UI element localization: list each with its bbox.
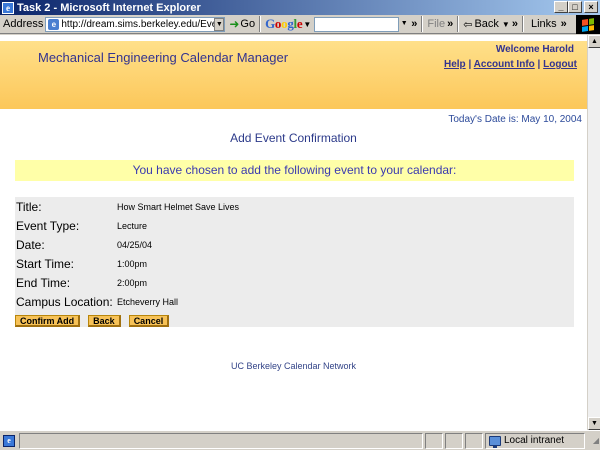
action-buttons: Confirm Add Back Cancel [15, 315, 170, 327]
nav-overflow-icon[interactable]: » [512, 18, 518, 30]
windows-logo-icon [576, 15, 600, 34]
go-label: Go [240, 18, 256, 30]
google-search-input[interactable] [314, 16, 400, 32]
field-value: Lecture [117, 221, 148, 231]
status-bar: e Local intranet ◢ [0, 430, 600, 450]
field-label: Campus Location: [16, 295, 113, 309]
field-value: 2:00pm [117, 278, 148, 288]
confirmation-notice: You have chosen to add the following eve… [15, 160, 574, 181]
address-label: Address [3, 18, 44, 30]
address-url[interactable]: http://dream.sims.berkeley.edu/EventCale… [61, 19, 214, 30]
google-dropdown-icon[interactable]: ▼ [303, 20, 311, 29]
ie-logo-icon: e [2, 1, 14, 14]
google-logo[interactable]: Google [265, 16, 303, 32]
toolbar-separator [421, 16, 424, 32]
close-button[interactable]: × [584, 1, 598, 13]
security-zone: Local intranet [485, 432, 585, 449]
status-pane [445, 432, 463, 449]
go-button[interactable]: ➜ Go [229, 17, 255, 31]
scroll-up-icon[interactable]: ▲ [588, 35, 600, 48]
field-label: Start Time: [16, 257, 75, 271]
user-nav: Help | Account Info | Logout [444, 59, 577, 70]
scroll-down-icon[interactable]: ▼ [588, 417, 600, 430]
page-viewport: Mechanical Engineering Calendar Manager … [0, 35, 587, 430]
vertical-scrollbar[interactable]: ▲ ▼ [587, 35, 600, 430]
cancel-button[interactable]: Cancel [128, 315, 170, 327]
help-link[interactable]: Help [444, 59, 466, 70]
scroll-track[interactable] [588, 48, 600, 417]
status-text-pane [19, 432, 423, 449]
field-label: Date: [16, 238, 45, 252]
maximize-button[interactable]: □ [568, 1, 582, 13]
welcome-text: Welcome Harold [495, 44, 574, 55]
field-value: Etcheverry Hall [117, 297, 179, 307]
toolbar-separator [259, 16, 262, 32]
field-value: 04/25/04 [117, 240, 153, 250]
event-row-end-time: End Time: 2:00pm [15, 276, 574, 295]
zone-label: Local intranet [504, 435, 565, 446]
window-title: Task 2 - Microsoft Internet Explorer [17, 1, 201, 14]
app-banner: Mechanical Engineering Calendar Manager … [0, 41, 587, 109]
back-page-button[interactable]: Back [88, 315, 121, 327]
minimize-button[interactable]: _ [554, 1, 568, 13]
address-toolbar: Address e http://dream.sims.berkeley.edu… [0, 15, 600, 34]
event-row-title: Title: How Smart Helmet Save Lives [15, 200, 574, 219]
toolbar-separator [521, 16, 524, 32]
back-arrow-icon: ⇦ [463, 18, 473, 31]
account-info-link[interactable]: Account Info [474, 59, 535, 70]
menu-overflow-icon[interactable]: » [447, 18, 453, 30]
field-value: How Smart Helmet Save Lives [117, 202, 240, 212]
todays-date: Today's Date is: May 10, 2004 [448, 114, 582, 125]
event-row-start-time: Start Time: 1:00pm [15, 257, 574, 276]
file-menu[interactable]: File [427, 18, 445, 30]
resize-grip-icon[interactable]: ◢ [585, 433, 599, 449]
field-label: Title: [16, 200, 42, 214]
address-dropdown-icon[interactable]: ▼ [214, 17, 225, 31]
back-button[interactable]: ⇦ Back ▼ [463, 18, 510, 31]
field-label: End Time: [16, 276, 71, 290]
event-row-type: Event Type: Lecture [15, 219, 574, 238]
footer-text: UC Berkeley Calendar Network [230, 361, 357, 371]
app-title: Mechanical Engineering Calendar Manager [38, 50, 289, 65]
page-title: Add Event Confirmation [230, 131, 357, 145]
toolbar-separator [457, 16, 460, 32]
logout-link[interactable]: Logout [543, 59, 577, 70]
toolbar-overflow-icon[interactable]: » [411, 18, 417, 30]
page-status-icon: e [3, 434, 15, 447]
status-pane [465, 432, 483, 449]
links-menu[interactable]: Links [531, 18, 557, 30]
back-dropdown-icon[interactable]: ▼ [502, 20, 510, 29]
field-label: Event Type: [16, 219, 80, 233]
page-icon: e [48, 18, 60, 30]
back-label: Back [474, 18, 499, 30]
address-bar[interactable]: e http://dream.sims.berkeley.edu/EventCa… [45, 16, 226, 32]
go-arrow-icon: ➜ [229, 17, 240, 31]
links-overflow-icon[interactable]: » [561, 18, 567, 30]
intranet-computer-icon [489, 435, 501, 448]
event-row-location: Campus Location: Etcheverry Hall [15, 295, 574, 314]
event-row-date: Date: 04/25/04 [15, 238, 574, 257]
field-value: 1:00pm [117, 259, 148, 269]
window-title-bar[interactable]: e Task 2 - Microsoft Internet Explorer _… [0, 0, 600, 15]
window-controls: _ □ × [554, 1, 598, 13]
confirm-add-button[interactable]: Confirm Add [15, 315, 81, 327]
status-pane [425, 432, 443, 449]
event-details-panel: Title: How Smart Helmet Save Lives Event… [15, 197, 574, 327]
search-dropdown-icon[interactable]: ▼ [399, 18, 409, 31]
